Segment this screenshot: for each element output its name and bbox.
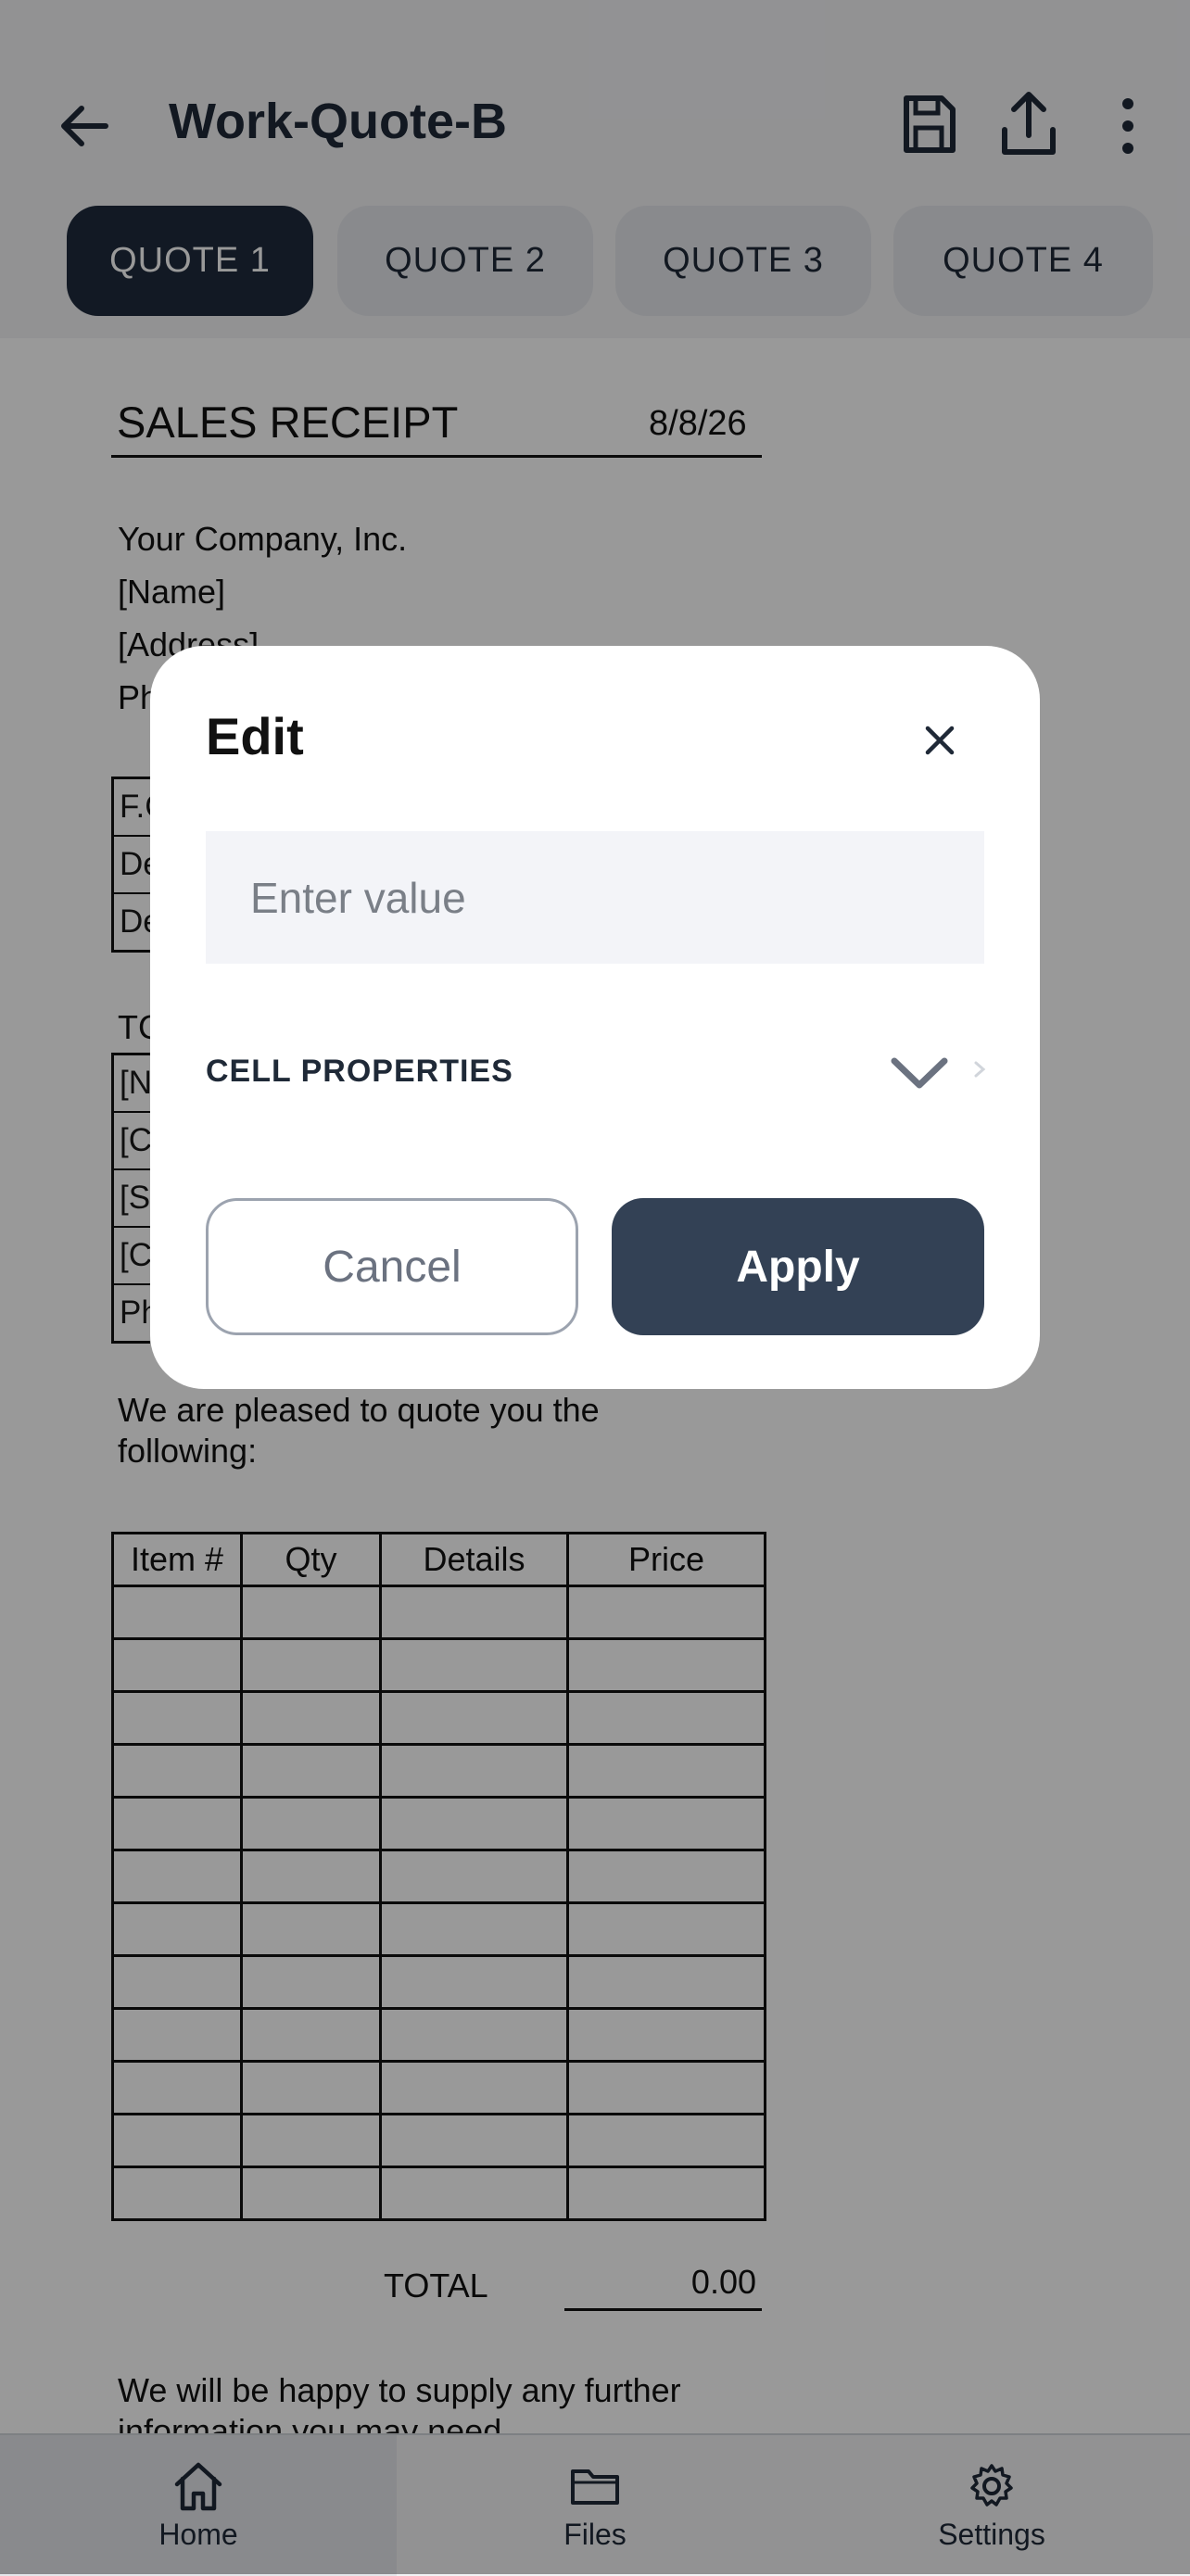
cell-properties-label[interactable]: CELL PROPERTIES [206,1054,513,1090]
app-screen: Work-Quote-B QUOTE 1 QUOTE 2 QUOTE 3 QUO… [0,0,1190,2576]
chevron-down-icon [891,1057,948,1089]
cancel-button[interactable]: Cancel [206,1198,578,1335]
close-button[interactable] [910,711,969,770]
close-icon [925,726,955,755]
cell-properties-toggle[interactable] [887,1044,952,1100]
apply-button[interactable]: Apply [612,1198,984,1335]
dialog-title: Edit [206,707,304,765]
value-input[interactable] [206,831,984,964]
chevron-right-icon [972,1054,987,1085]
edit-dialog: Edit CELL PROPERTIES Cancel Apply [150,646,1040,1389]
